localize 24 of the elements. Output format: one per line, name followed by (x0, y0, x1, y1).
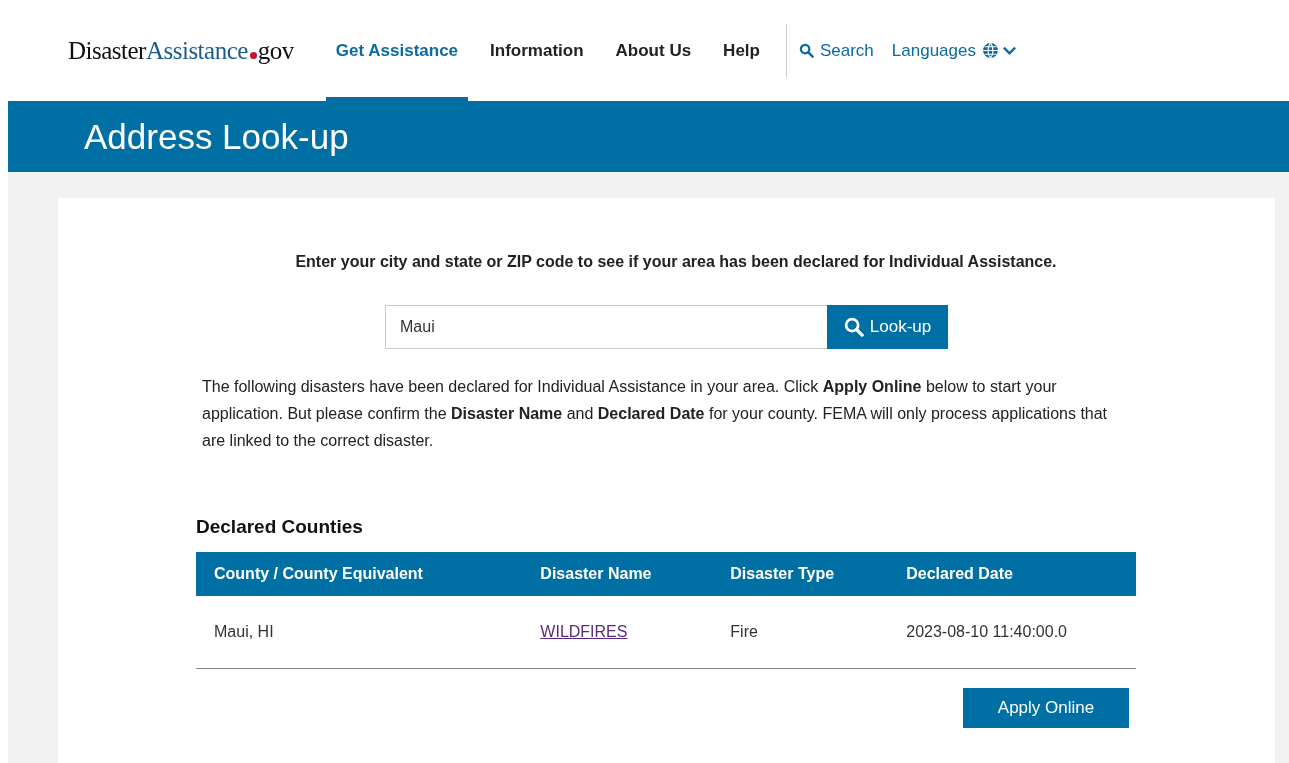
apply-online-button[interactable]: Apply Online (963, 688, 1129, 728)
instruction-text: Enter your city and state or ZIP code to see if your area has been declared for Individual Assistance. (294, 252, 1058, 271)
column-header: Declared Date (906, 565, 1013, 582)
disaster-link[interactable]: WILDFIRES (540, 623, 628, 640)
table-title: Declared Counties (196, 516, 364, 538)
search-link[interactable]: Search (798, 40, 874, 61)
nav-tab[interactable]: Help (713, 0, 770, 101)
nav-tab[interactable]: Information (480, 0, 594, 101)
table-cell: Fire (730, 623, 758, 640)
page-title: Address Look-up (84, 116, 349, 157)
search-icon (843, 317, 864, 337)
site-logo[interactable]: DisasterAssistance gov (68, 36, 294, 65)
table-cell: 2023-08-10 11:40:00.0 (906, 623, 1067, 640)
column-header: Disaster Type (730, 565, 835, 582)
lookup-button[interactable]: Look-up (827, 305, 948, 349)
nav-tab[interactable]: About Us (605, 0, 702, 101)
languages-link[interactable]: Languages (891, 40, 1017, 61)
notice-paragraph: The following disasters have been declared for Individual Assistance in your area. Click Apply Online below to start your application. But please confirm the Disaster Name and Declared Date for your county. FEMA will only process applications that are linked to the correct disaster. (202, 377, 1109, 451)
location-input[interactable]: Maui (385, 305, 827, 349)
column-header: County / County Equivalent (214, 565, 423, 582)
globe-icon (981, 42, 999, 59)
search-icon (798, 43, 814, 58)
table-cell: Maui, HI (214, 623, 274, 640)
column-header: Disaster Name (540, 565, 652, 582)
